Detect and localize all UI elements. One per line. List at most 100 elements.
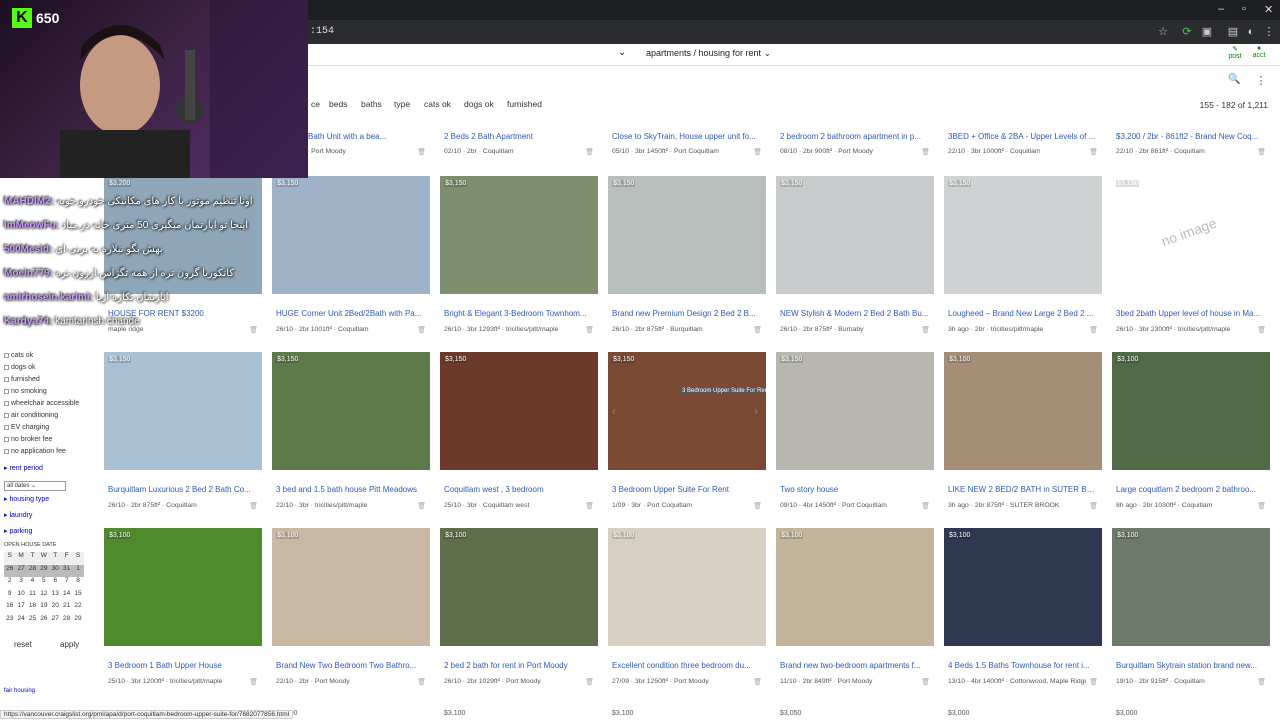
checkbox-icon[interactable]	[4, 448, 9, 454]
calendar-day[interactable]: 9	[4, 590, 15, 603]
profile-icon[interactable]: ◐	[1245, 26, 1257, 38]
calendar-day[interactable]: 26	[4, 564, 16, 578]
calendar-day[interactable]: 13	[50, 590, 61, 603]
listing-title[interactable]: Excellent condition three bedroom du...	[612, 661, 764, 670]
listing-title[interactable]: Large coquitlam 2 bedroom 2 bathroo...	[1116, 485, 1268, 494]
listing-card[interactable]: Close to SkyTrain, House upper unit fo..…	[608, 120, 766, 160]
trash-icon[interactable]: 🗑	[585, 502, 594, 510]
listing-title[interactable]: HUGE Corner Unit 2Bed/2Bath with Pa...	[276, 309, 428, 318]
calendar-day[interactable]: 21	[61, 602, 72, 615]
calendar-day[interactable]: 30	[49, 564, 61, 578]
listing-title[interactable]: Lougheed – Brand New Large 2 Bed 2 ...	[948, 309, 1100, 318]
chevron-right-icon[interactable]: ›	[754, 404, 758, 418]
listing-photo[interactable]	[1112, 528, 1270, 646]
calendar-day[interactable]: 29	[72, 615, 83, 628]
listing-photo[interactable]	[776, 176, 934, 294]
listing-card[interactable]: no image $3,150 3bed 2bath Upper level o…	[1112, 176, 1270, 340]
reset-button[interactable]: reset	[6, 638, 40, 654]
listing-title[interactable]: 3bed 2bath Upper level of house in Ma...	[1116, 309, 1268, 318]
calendar-day[interactable]: 17	[15, 602, 26, 615]
listing-photo[interactable]	[608, 176, 766, 294]
listing-title[interactable]: 3 Bedroom 1 Bath Upper House	[108, 661, 260, 670]
listing-title[interactable]: Brand New Two Bedroom Two Bathro...	[276, 661, 428, 670]
listing-title[interactable]: 3BED + Office & 2BA - Upper Levels of ..…	[948, 132, 1100, 141]
listing-card[interactable]: $3,100 4 Beds 1.5 Baths Townhouse for re…	[944, 528, 1102, 692]
trash-icon[interactable]: 🗑	[1089, 502, 1098, 510]
calendar-day[interactable]: 23	[4, 615, 15, 628]
trash-icon[interactable]: 🗑	[417, 502, 426, 510]
trash-icon[interactable]: 🗑	[1089, 678, 1098, 686]
listing-title[interactable]: 2 Beds 2 Bath Apartment	[444, 132, 596, 141]
listing-photo[interactable]	[776, 352, 934, 470]
filter-checkbox[interactable]: furnished	[4, 376, 40, 383]
listing-card[interactable]: $3,150 Burquitlam Luxurious 2 Bed 2 Bath…	[104, 352, 262, 516]
listing-title[interactable]: Burquitlam Luxurious 2 Bed 2 Bath Co...	[108, 485, 260, 494]
filter-checkbox[interactable]: dogs ok	[4, 364, 36, 371]
listing-title[interactable]: Burquitlam Skytrain station brand new...	[1116, 661, 1268, 670]
date-select[interactable]: all dates ⌄	[4, 481, 66, 491]
listing-card[interactable]: ‹ › 3 Bedroom Upper Suite For Rent $3,150 …	[608, 352, 766, 516]
calendar-day[interactable]: 20	[50, 602, 61, 615]
listing-card[interactable]: 2 bedroom 2 bathroom apartment in p... 0…	[776, 120, 934, 160]
trash-icon[interactable]: 🗑	[1089, 148, 1098, 156]
calendar-day[interactable]: 25	[27, 615, 38, 628]
listing-title[interactable]: Bright & Elegant 3-Bedroom Townhom...	[444, 309, 596, 318]
trash-icon[interactable]: 🗑	[753, 148, 762, 156]
listing-card[interactable]: $3,100 Burquitlam Skytrain station brand…	[1112, 528, 1270, 692]
listing-card[interactable]: $3,100 Excellent condition three bedroom…	[608, 528, 766, 692]
trash-icon[interactable]: 🗑	[1089, 326, 1098, 334]
listing-photo[interactable]	[104, 352, 262, 470]
listing-title[interactable]: 3 bed and 1.5 bath house Pitt Meadows	[276, 485, 428, 494]
calendar-day[interactable]: 3	[15, 577, 26, 590]
calendar-day[interactable]: 22	[72, 602, 83, 615]
trash-icon[interactable]: 🗑	[417, 326, 426, 334]
trash-icon[interactable]: 🗑	[417, 148, 426, 156]
listing-card[interactable]: $3,150 Lougheed – Brand New Large 2 Bed …	[944, 176, 1102, 340]
listing-photo[interactable]: no image	[1112, 176, 1270, 294]
calendar-day[interactable]: 10	[15, 590, 26, 603]
trash-icon[interactable]: 🗑	[249, 502, 258, 510]
trash-icon[interactable]: 🗑	[753, 326, 762, 334]
maximize-icon[interactable]: ▫	[1242, 3, 1246, 15]
trash-icon[interactable]: 🗑	[921, 502, 930, 510]
trash-icon[interactable]: 🗑	[921, 678, 930, 686]
fair-housing-link[interactable]: fair housing	[4, 688, 35, 694]
listing-title[interactable]: 2 bed 2 bath for rent in Port Moody	[444, 661, 596, 670]
listing-title[interactable]: 4 Beds 1.5 Baths Townhouse for rent i...	[948, 661, 1100, 670]
calendar-day[interactable]: 5	[38, 577, 49, 590]
listing-card[interactable]: 2 Beds 2 Bath Apartment 02/10 · 2br · Co…	[440, 120, 598, 160]
filter-chip-type[interactable]: type	[391, 98, 413, 110]
checkbox-icon[interactable]	[4, 352, 9, 358]
filter-checkbox[interactable]: cats ok	[4, 352, 33, 359]
trash-icon[interactable]: 🗑	[585, 148, 594, 156]
listing-photo[interactable]	[272, 528, 430, 646]
listing-title[interactable]: 3 Bedroom Upper Suite For Rent	[612, 485, 764, 494]
calendar-day[interactable]: 15	[72, 590, 83, 603]
listing-card[interactable]: $3,100 Brand New Two Bedroom Two Bathro.…	[272, 528, 430, 692]
chevron-down-icon[interactable]: ⌄	[618, 47, 626, 58]
calendar-day[interactable]: 12	[38, 590, 49, 603]
checkbox-icon[interactable]	[4, 424, 9, 430]
calendar-day[interactable]: 11	[27, 590, 38, 603]
trash-icon[interactable]: 🗑	[753, 502, 762, 510]
listing-card[interactable]: $3,150 HUGE Corner Unit 2Bed/2Bath with …	[272, 176, 430, 340]
search-icon[interactable]: 🔍	[1228, 74, 1242, 88]
checkbox-icon[interactable]	[4, 412, 9, 418]
post-button[interactable]: ✎ post	[1226, 45, 1244, 60]
listing-photo[interactable]	[104, 528, 262, 646]
sidebar-icon[interactable]: ▤	[1227, 26, 1239, 38]
calendar-day[interactable]: 19	[38, 602, 49, 615]
listing-card[interactable]: $3,100 Large coquitlam 2 bedroom 2 bathr…	[1112, 352, 1270, 516]
filter-chip-cats[interactable]: cats ok	[421, 98, 454, 110]
menu-icon[interactable]: ⋮	[1263, 26, 1275, 38]
listing-title[interactable]: NEW Stylish & Modern 2 Bed 2 Bath Bu...	[780, 309, 932, 318]
filter-checkbox[interactable]: air conditioning	[4, 412, 58, 419]
listing-card[interactable]: $3,150 3 bed and 1.5 bath house Pitt Mea…	[272, 352, 430, 516]
listing-photo[interactable]	[944, 528, 1102, 646]
url-text[interactable]: :154	[310, 26, 334, 37]
minimize-icon[interactable]: –	[1218, 3, 1224, 15]
close-icon[interactable]: ✕	[1264, 3, 1273, 16]
filter-chip[interactable]: ce	[308, 98, 323, 110]
calendar-day[interactable]: 29	[38, 564, 50, 578]
listing-card[interactable]: 3BED + Office & 2BA - Upper Levels of ..…	[944, 120, 1102, 160]
